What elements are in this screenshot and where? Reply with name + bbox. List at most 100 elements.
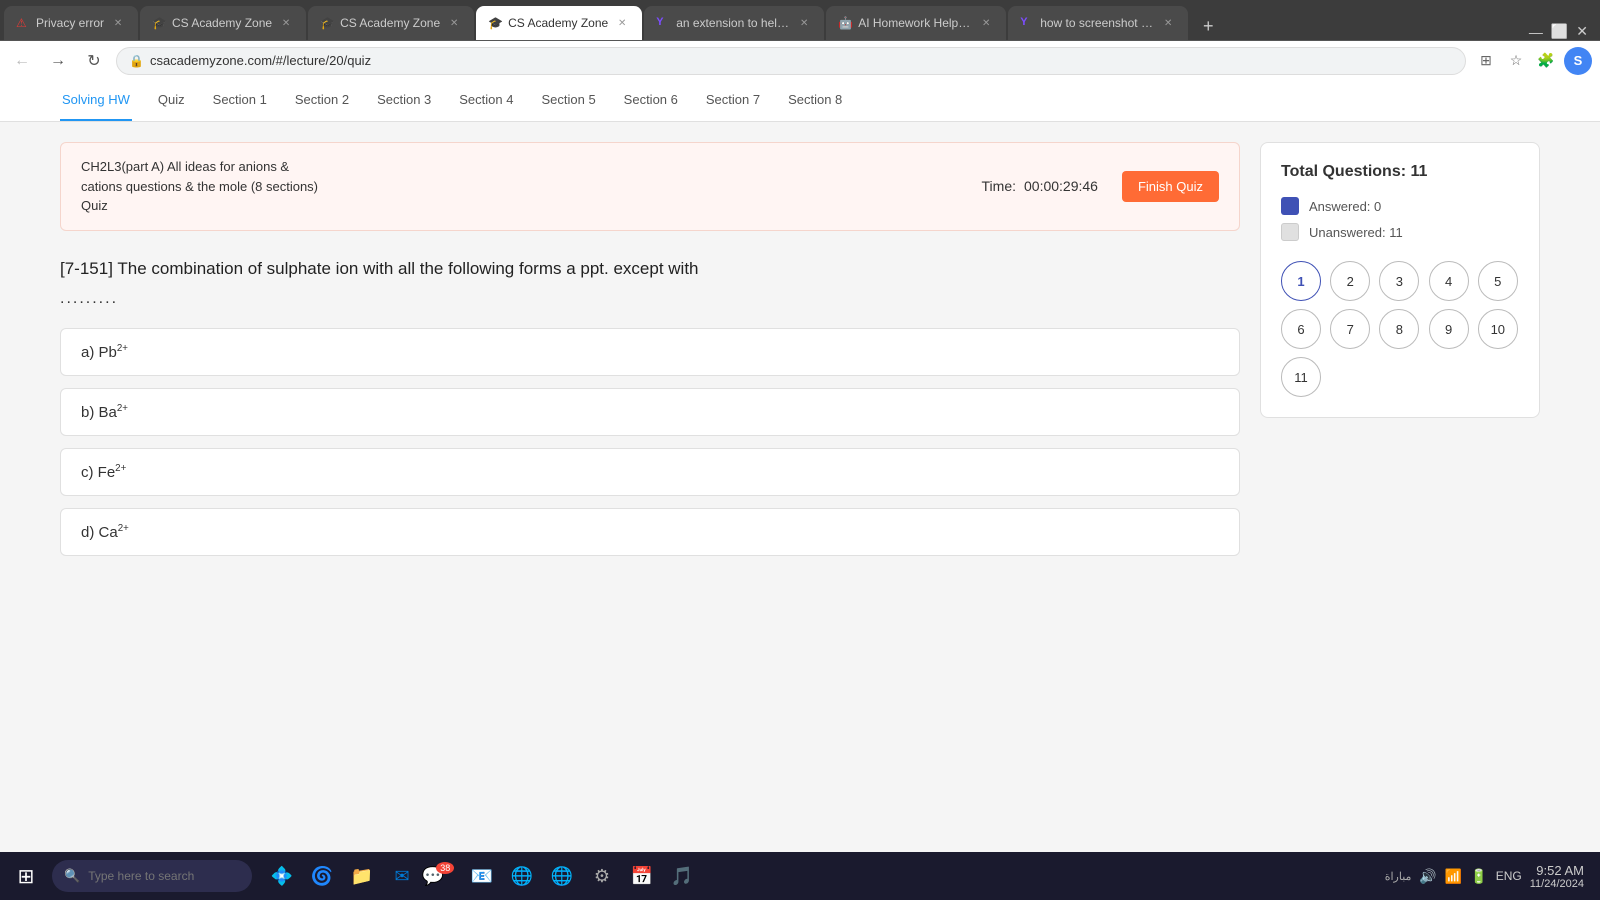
taskbar-spotify[interactable]: 🎵 bbox=[664, 858, 700, 894]
tab-title-4: CS Academy Zone bbox=[508, 16, 608, 30]
tab-close-6[interactable]: ✕ bbox=[978, 15, 994, 31]
minimize-icon[interactable]: — bbox=[1529, 24, 1543, 40]
question-number-4[interactable]: 4 bbox=[1429, 261, 1469, 301]
nav-section4[interactable]: Section 4 bbox=[457, 80, 515, 121]
tab-favicon-4: 🎓 bbox=[488, 16, 502, 30]
tab-close-5[interactable]: ✕ bbox=[796, 15, 812, 31]
back-button[interactable]: ← bbox=[8, 47, 36, 75]
answer-option-a[interactable]: a) Pb2+ bbox=[60, 328, 1240, 376]
tab-cs-academy-3[interactable]: 🎓 CS Academy Zone ✕ bbox=[308, 6, 474, 40]
question-number-7[interactable]: 7 bbox=[1330, 309, 1370, 349]
answered-label: Answered: 0 bbox=[1309, 199, 1381, 214]
tab-cs-academy-active[interactable]: 🎓 CS Academy Zone ✕ bbox=[476, 6, 642, 40]
taskbar-settings[interactable]: ⚙ bbox=[584, 858, 620, 894]
nav-section2[interactable]: Section 2 bbox=[293, 80, 351, 121]
tab-cs-academy-2[interactable]: 🎓 CS Academy Zone ✕ bbox=[140, 6, 306, 40]
quiz-title-line2: cations questions & the mole (8 sections… bbox=[81, 177, 982, 197]
speaker-icon[interactable]: 🔊 bbox=[1419, 868, 1436, 885]
answer-option-b[interactable]: b) Ba2+ bbox=[60, 388, 1240, 436]
quiz-title-line1: CH2L3(part A) All ideas for anions & bbox=[81, 157, 982, 177]
tab-extension[interactable]: Y an extension to help w ✕ bbox=[644, 6, 824, 40]
tab-privacy-error[interactable]: ⚠ Privacy error ✕ bbox=[4, 6, 138, 40]
tab-favicon-2: 🎓 bbox=[152, 16, 166, 30]
answer-option-c[interactable]: c) Fe2+ bbox=[60, 448, 1240, 496]
question-dots: ......... bbox=[60, 290, 1240, 308]
bookmark-icon[interactable]: ☆ bbox=[1504, 49, 1528, 73]
question-number-5[interactable]: 5 bbox=[1478, 261, 1518, 301]
question-number-1[interactable]: 1 bbox=[1281, 261, 1321, 301]
taskbar-calendar[interactable]: 📅 bbox=[624, 858, 660, 894]
question-number-11[interactable]: 11 bbox=[1281, 357, 1321, 397]
nav-section8[interactable]: Section 8 bbox=[786, 80, 844, 121]
nav-solving-hw[interactable]: Solving HW bbox=[60, 80, 132, 121]
tab-favicon-1: ⚠ bbox=[16, 16, 30, 30]
answer-option-d[interactable]: d) Ca2+ bbox=[60, 508, 1240, 556]
question-number-grid: 12345 678910 11 bbox=[1281, 261, 1519, 397]
taskbar-search[interactable]: 🔍 bbox=[52, 860, 252, 892]
tab-close-3[interactable]: ✕ bbox=[446, 15, 462, 31]
question-number-10[interactable]: 10 bbox=[1478, 309, 1518, 349]
taskbar-mail[interactable]: ✉ bbox=[384, 858, 420, 894]
tab-close-2[interactable]: ✕ bbox=[278, 15, 294, 31]
tab-close-1[interactable]: ✕ bbox=[110, 15, 126, 31]
extensions-icon[interactable]: 🧩 bbox=[1534, 49, 1558, 73]
start-button[interactable]: ⊞ bbox=[8, 858, 44, 894]
network-icon[interactable]: 📶 bbox=[1445, 868, 1462, 885]
tab-ai-homework[interactable]: 🤖 AI Homework Helper & ✕ bbox=[826, 6, 1006, 40]
quiz-main: CH2L3(part A) All ideas for anions & cat… bbox=[60, 142, 1240, 837]
new-tab-button[interactable]: + bbox=[1194, 12, 1222, 40]
taskbar-right: مباراة 🔊 📶 🔋 ENG 9:52 AM 11/24/2024 bbox=[1385, 863, 1592, 890]
nav-section5[interactable]: Section 5 bbox=[539, 80, 597, 121]
taskbar-outlook[interactable]: 📧 bbox=[464, 858, 500, 894]
option-c-label: c) Fe2+ bbox=[81, 464, 126, 481]
maximize-icon[interactable]: ⬜ bbox=[1551, 23, 1568, 40]
tab-bar: ⚠ Privacy error ✕ 🎓 CS Academy Zone ✕ 🎓 … bbox=[0, 0, 1600, 40]
unanswered-box bbox=[1281, 223, 1299, 241]
close-icon[interactable]: ✕ bbox=[1576, 23, 1588, 40]
nav-section7[interactable]: Section 7 bbox=[704, 80, 762, 121]
address-input[interactable]: 🔒 csacademyzone.com/#/lecture/20/quiz bbox=[116, 47, 1466, 75]
tab-title-7: how to screenshot on bbox=[1040, 16, 1154, 30]
question-number-8[interactable]: 8 bbox=[1379, 309, 1419, 349]
sidebar-title: Total Questions: 11 bbox=[1281, 163, 1519, 181]
option-b-label: b) Ba2+ bbox=[81, 404, 128, 421]
address-bar: ← → ↻ 🔒 csacademyzone.com/#/lecture/20/q… bbox=[0, 40, 1600, 80]
question-number-3[interactable]: 3 bbox=[1379, 261, 1419, 301]
clock-time: 9:52 AM bbox=[1530, 863, 1584, 878]
question-body: The combination of sulphate ion with all… bbox=[117, 259, 698, 278]
taskbar-fileexplorer[interactable]: 📁 bbox=[344, 858, 380, 894]
taskbar-edge[interactable]: 🌐 bbox=[544, 858, 580, 894]
question-number: [7-151] bbox=[60, 259, 113, 278]
tab-title-6: AI Homework Helper & bbox=[858, 16, 972, 30]
profile-button[interactable]: S bbox=[1564, 47, 1592, 75]
reload-button[interactable]: ↻ bbox=[80, 47, 108, 75]
clock-date: 11/24/2024 bbox=[1530, 878, 1584, 890]
taskbar-copilot[interactable]: 🌀 bbox=[304, 858, 340, 894]
taskbar-cortana[interactable]: 💠 bbox=[264, 858, 300, 894]
question-container: [7-151] The combination of sulphate ion … bbox=[60, 255, 1240, 556]
tab-how-to-screenshot[interactable]: Y how to screenshot on ✕ bbox=[1008, 6, 1188, 40]
nav-section6[interactable]: Section 6 bbox=[622, 80, 680, 121]
tab-close-7[interactable]: ✕ bbox=[1160, 15, 1176, 31]
tab-close-4[interactable]: ✕ bbox=[614, 15, 630, 31]
address-icons: ⊞ ☆ 🧩 S bbox=[1474, 47, 1592, 75]
battery-icon[interactable]: 🔋 bbox=[1470, 868, 1487, 885]
forward-button[interactable]: → bbox=[44, 47, 72, 75]
finish-quiz-button[interactable]: Finish Quiz bbox=[1122, 171, 1219, 202]
question-number-2[interactable]: 2 bbox=[1330, 261, 1370, 301]
lang-indicator: ENG bbox=[1496, 869, 1522, 883]
answered-box bbox=[1281, 197, 1299, 215]
search-input[interactable] bbox=[88, 869, 238, 883]
nav-section1[interactable]: Section 1 bbox=[211, 80, 269, 121]
taskbar-chrome[interactable]: 🌐 bbox=[504, 858, 540, 894]
nav-quiz[interactable]: Quiz bbox=[156, 80, 187, 121]
question-number-9[interactable]: 9 bbox=[1429, 309, 1469, 349]
nav-section3[interactable]: Section 3 bbox=[375, 80, 433, 121]
translate-icon[interactable]: ⊞ bbox=[1474, 49, 1498, 73]
quiz-header: CH2L3(part A) All ideas for anions & cat… bbox=[60, 142, 1240, 231]
question-number-6[interactable]: 6 bbox=[1281, 309, 1321, 349]
question-text: [7-151] The combination of sulphate ion … bbox=[60, 255, 1240, 282]
taskbar-whatsapp[interactable]: 💬 38 bbox=[424, 858, 460, 894]
time-label: Time: bbox=[982, 178, 1016, 194]
option-d-label: d) Ca2+ bbox=[81, 524, 129, 541]
